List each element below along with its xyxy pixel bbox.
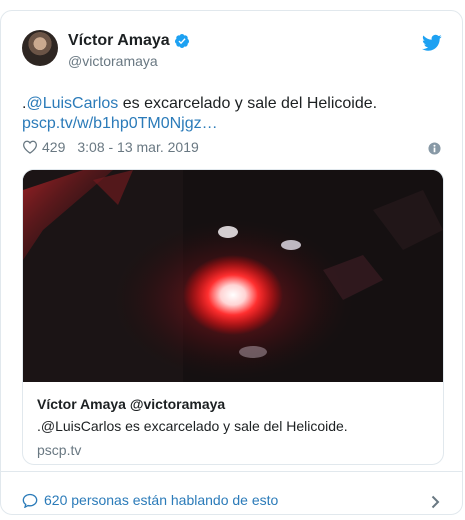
footer-divider (1, 471, 462, 472)
info-icon[interactable] (428, 142, 441, 155)
author-avatar[interactable] (22, 30, 58, 66)
author-name-row[interactable]: Víctor Amaya (68, 32, 190, 50)
tweet-text-rest: es excarcelado y sale del Helicoide. (118, 95, 378, 112)
media-card-description[interactable]: .@LuisCarlos es excarcelado y sale del H… (37, 418, 348, 434)
chevron-right-icon[interactable] (431, 495, 440, 509)
media-card-info[interactable]: Víctor Amaya @victoramaya .@LuisCarlos e… (23, 382, 443, 464)
conversation-text[interactable]: 620 personas están hablando de esto (44, 492, 278, 508)
media-card[interactable]: Víctor Amaya @victoramaya .@LuisCarlos e… (22, 169, 444, 465)
verified-badge-icon (174, 34, 189, 48)
heart-icon[interactable] (22, 140, 38, 154)
media-card-domain[interactable]: pscp.tv (37, 442, 81, 458)
comment-bubble-icon (22, 493, 38, 508)
twitter-bird-icon[interactable] (422, 34, 442, 52)
media-card-title[interactable]: Víctor Amaya @victoramaya (37, 396, 225, 412)
author-handle[interactable]: @victoramaya (68, 53, 158, 69)
conversation-link[interactable]: 620 personas están hablando de esto (22, 492, 278, 508)
tweet-url-link[interactable]: pscp.tv/w/b1hp0TM0Njgz… (22, 115, 218, 133)
author-name[interactable]: Víctor Amaya (68, 32, 170, 50)
tweet-timestamp[interactable]: 3:08 - 13 mar. 2019 (77, 139, 198, 155)
like-count[interactable]: 429 (42, 139, 65, 155)
embedded-tweet-card: Víctor Amaya @victoramaya .@LuisCarlos e… (0, 10, 463, 515)
video-thumbnail[interactable] (23, 170, 444, 382)
tweet-text: .@LuisCarlos es excarcelado y sale del H… (22, 93, 442, 115)
mention-link[interactable]: @LuisCarlos (26, 95, 118, 112)
tweet-meta: 429 3:08 - 13 mar. 2019 (22, 139, 199, 155)
